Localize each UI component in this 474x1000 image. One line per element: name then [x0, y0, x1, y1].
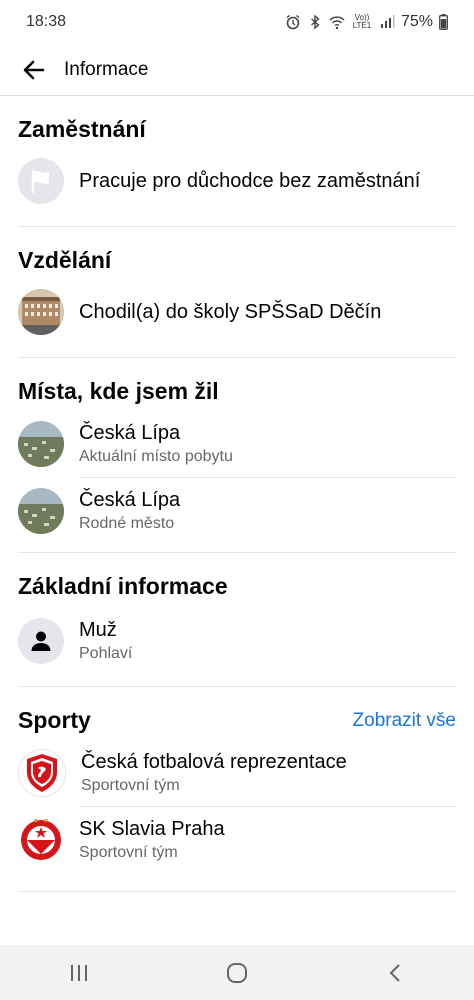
sport-team-item[interactable]: Česká fotbalová reprezentace Sportovní t…	[18, 740, 456, 806]
czech-team-crest-icon	[18, 749, 66, 797]
recent-apps-icon	[71, 964, 87, 981]
place-type: Rodné město	[79, 515, 175, 532]
education-primary-text: Chodil(a) do školy SPŠSaD Děčín	[79, 301, 382, 323]
town-photo	[18, 421, 64, 467]
team-type: Sportovní tým	[81, 777, 180, 794]
gender-label: Pohlaví	[79, 645, 133, 662]
place-name: Česká Lípa	[79, 422, 181, 444]
sports-section-title: Sporty	[18, 707, 91, 733]
home-button[interactable]	[207, 953, 267, 993]
recent-apps-button[interactable]	[49, 953, 109, 993]
education-section: Vzdělání Chodil(a) do školy SPŠSaD Děčín	[0, 227, 474, 342]
team-name: Česká fotbalová reprezentace	[81, 751, 347, 773]
bluetooth-icon	[311, 14, 320, 30]
battery-icon	[439, 14, 448, 30]
wifi-icon	[329, 16, 345, 30]
network-type-label: Vo)) LTE1	[352, 13, 372, 30]
team-type: Sportovní tým	[79, 844, 178, 861]
home-icon	[227, 962, 247, 983]
team-name: SK Slavia Praha	[79, 818, 225, 840]
see-all-link[interactable]: Zobrazit vše	[353, 710, 456, 732]
section-divider	[18, 891, 456, 892]
page-title: Informace	[64, 58, 149, 80]
about-content: Zaměstnání Pracuje pro důchodce bez zamě…	[0, 96, 474, 892]
signal-icon	[380, 15, 395, 28]
place-type: Aktuální místo pobytu	[79, 448, 233, 465]
battery-percent: 75%	[400, 13, 433, 30]
back-button[interactable]	[14, 50, 54, 90]
basic-info-section-title: Základní informace	[18, 573, 228, 599]
place-name: Česká Lípa	[79, 489, 181, 511]
work-section: Zaměstnání Pracuje pro důchodce bez zamě…	[0, 96, 474, 211]
system-back-button[interactable]	[365, 953, 425, 993]
app-header: Informace	[0, 44, 474, 96]
status-bar: 18:38 Vo)) LTE1 75%	[0, 0, 474, 44]
chevron-left-icon	[389, 963, 400, 982]
arrow-left-icon	[23, 60, 45, 79]
education-section-title: Vzdělání	[18, 247, 112, 273]
work-item[interactable]: Pracuje pro důchodce bez zaměstnání	[18, 151, 456, 211]
status-time: 18:38	[26, 13, 67, 30]
education-item[interactable]: Chodil(a) do školy SPŠSaD Děčín	[18, 282, 456, 342]
sports-section: Sporty Zobrazit vše Česká fotbalová repr…	[0, 687, 474, 873]
places-section: Místa, kde jsem žil Česká Lípa Aktuální …	[0, 358, 474, 544]
basic-info-section: Základní informace Muž Pohlaví	[0, 553, 474, 674]
place-item[interactable]: Česká Lípa Aktuální místo pobytu	[18, 411, 456, 477]
places-section-title: Místa, kde jsem žil	[18, 378, 219, 404]
alarm-icon	[286, 14, 300, 30]
person-icon	[18, 618, 64, 664]
gender-item: Muž Pohlaví	[18, 608, 456, 674]
place-item[interactable]: Česká Lípa Rodné město	[18, 478, 456, 544]
flag-icon	[18, 158, 64, 204]
gender-value: Muž	[79, 619, 117, 641]
work-section-title: Zaměstnání	[18, 116, 146, 142]
school-photo	[18, 289, 64, 335]
system-nav-bar	[0, 945, 474, 1000]
sport-team-item[interactable]: SK Slavia Praha Sportovní tým	[18, 807, 456, 873]
town-photo	[18, 488, 64, 534]
status-icons: Vo)) LTE1 75%	[285, 13, 448, 31]
slavia-crest-icon	[18, 817, 64, 863]
work-primary-text: Pracuje pro důchodce bez zaměstnání	[79, 170, 421, 192]
